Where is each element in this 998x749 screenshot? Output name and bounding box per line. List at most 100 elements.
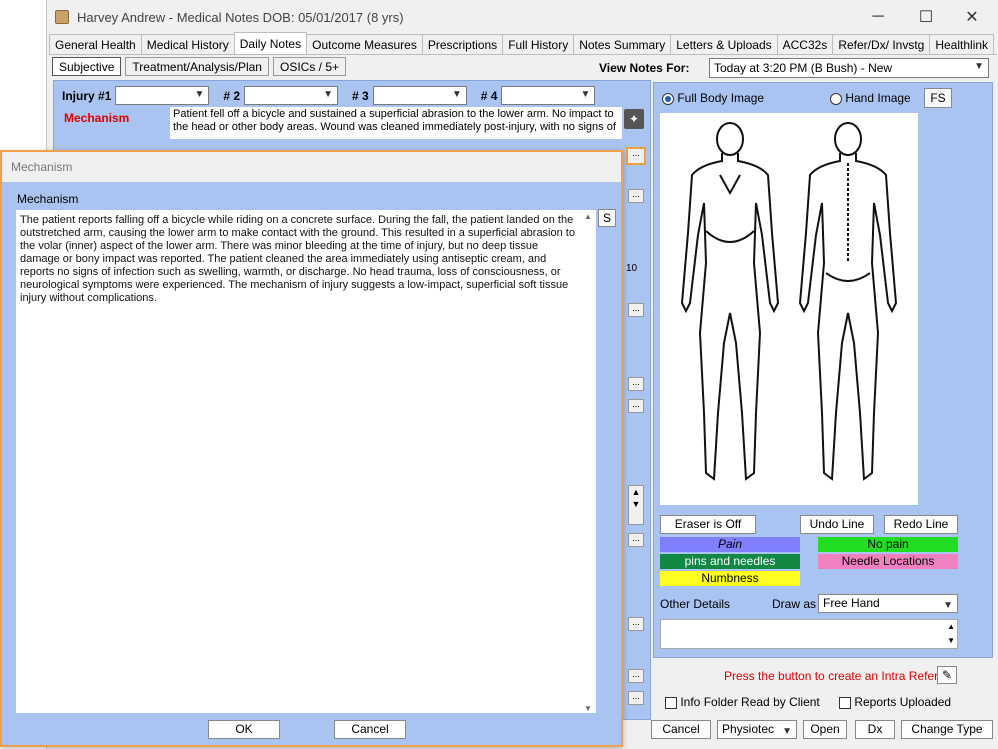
close-button[interactable]: ✕ — [949, 0, 995, 34]
subtab-osics[interactable]: OSICs / 5+ — [272, 57, 347, 76]
expand-button[interactable]: ... — [628, 617, 644, 631]
draw-as-select[interactable]: Free Hand ▼ — [818, 594, 958, 613]
hand-image-radio[interactable]: Hand Image — [830, 91, 911, 105]
legend-needle-locations[interactable]: Needle Locations — [818, 554, 958, 569]
dialog-title: Mechanism — [2, 152, 621, 182]
spellcheck-button[interactable]: S — [598, 209, 616, 227]
cancel-note-button[interactable]: Cancel — [651, 720, 711, 739]
radio-unchecked-icon — [830, 92, 842, 105]
mechanism-expand-button[interactable]: ... — [626, 147, 646, 165]
view-notes-select[interactable]: Today at 3:20 PM (B Bush) - New ▼ — [709, 58, 989, 78]
checkbox-icon — [839, 696, 851, 709]
injury-4-label: # 4 — [480, 88, 498, 103]
expand-button[interactable]: ... — [628, 377, 644, 391]
chevron-down-icon: ▼ — [974, 61, 984, 72]
undo-line-button[interactable]: Undo Line — [800, 515, 874, 534]
other-details-input[interactable]: ▲ ▼ — [660, 619, 958, 649]
tab-full-history[interactable]: Full History — [502, 34, 575, 54]
body-outline-icon — [680, 122, 898, 481]
draw-as-value: Free Hand — [823, 596, 880, 610]
textarea-scrollbar[interactable]: ▲ ▼ — [580, 210, 596, 715]
chevron-down-icon: ▼ — [451, 89, 462, 100]
tab-outcome-measures[interactable]: Outcome Measures — [306, 34, 423, 54]
expand-button[interactable]: ... — [628, 669, 644, 683]
reports-uploaded-checkbox[interactable]: Reports Uploaded — [839, 695, 951, 709]
open-button[interactable]: Open — [803, 720, 847, 739]
injury-1-label: Injury #1 — [62, 88, 112, 103]
body-chart-panel: Full Body Image Hand Image FS Eraser is … — [653, 82, 993, 658]
tab-general-health[interactable]: General Health — [49, 34, 142, 54]
minimize-button[interactable]: ─ — [855, 0, 901, 34]
mechanism-textarea[interactable]: The patient reports falling off a bicycl… — [16, 210, 596, 715]
expand-button[interactable]: ... — [628, 189, 644, 203]
tab-notes-summary[interactable]: Notes Summary — [573, 34, 672, 54]
tab-acc32s[interactable]: ACC32s — [776, 34, 834, 54]
chevron-down-icon: ▼ — [943, 600, 953, 611]
full-body-radio[interactable]: Full Body Image — [662, 91, 764, 105]
cancel-button[interactable]: Cancel — [334, 720, 406, 739]
expand-button[interactable]: ... — [628, 399, 644, 413]
chevron-down-icon: ▼ — [323, 89, 334, 100]
tab-prescriptions[interactable]: Prescriptions — [421, 34, 504, 54]
legend-numbness[interactable]: Numbness — [660, 571, 800, 586]
legend-no-pain[interactable]: No pain — [818, 537, 958, 552]
hand-image-label: Hand Image — [845, 91, 911, 105]
expand-button[interactable]: ... — [628, 533, 644, 547]
injury-3-select[interactable]: ▼ — [372, 86, 467, 105]
chevron-down-icon: ▼ — [580, 89, 591, 100]
provider-select[interactable]: Physiotec ▼ — [717, 720, 797, 739]
tab-daily-notes[interactable]: Daily Notes — [233, 32, 308, 54]
change-type-button[interactable]: Change Type — [901, 720, 993, 739]
main-tabs: General Health Medical History Daily Not… — [49, 32, 995, 54]
mechanism-preview[interactable]: Patient fell off a bicycle and sustained… — [170, 107, 622, 139]
view-notes-value: Today at 3:20 PM (B Bush) - New — [714, 61, 893, 75]
redo-line-button[interactable]: Redo Line — [884, 515, 958, 534]
dx-button[interactable]: Dx — [855, 720, 895, 739]
view-notes-label: View Notes For: — [599, 61, 690, 75]
dialog-body: Mechanism The patient reports falling of… — [2, 182, 621, 715]
injury-2-select[interactable]: ▼ — [244, 86, 339, 105]
tab-healthlink[interactable]: Healthlink — [929, 34, 995, 54]
provider-value: Physiotec — [722, 722, 775, 736]
mechanism-label: Mechanism — [64, 111, 130, 125]
fs-button[interactable]: FS — [924, 88, 952, 108]
mechanism-text: The patient reports falling off a bicycl… — [20, 214, 575, 304]
legend-pins-needles[interactable]: pins and needles — [660, 554, 800, 569]
reports-uploaded-label: Reports Uploaded — [854, 695, 952, 709]
tab-medical-history[interactable]: Medical History — [140, 34, 235, 54]
scroll-up-icon[interactable]: ▲ — [580, 210, 596, 223]
chevron-down-icon: ▼ — [782, 726, 792, 737]
chevron-down-icon: ▼ — [194, 89, 205, 100]
maximize-button[interactable]: ☐ — [903, 0, 949, 34]
other-details-label: Other Details — [660, 597, 731, 611]
star-icon[interactable]: ✦ — [624, 109, 644, 129]
subtab-treatment[interactable]: Treatment/Analysis/Plan — [125, 57, 269, 76]
body-drawing-canvas[interactable] — [660, 113, 918, 505]
draw-as-label: Draw as — [772, 597, 817, 611]
tab-letters-uploads[interactable]: Letters & Uploads — [670, 34, 778, 54]
subtab-subjective[interactable]: Subjective — [52, 57, 122, 76]
info-folder-label: Info Folder Read by Client — [680, 695, 820, 709]
app-icon — [55, 10, 69, 24]
scroll-buttons[interactable]: ▲ ▼ — [628, 485, 644, 525]
referral-pencil-icon[interactable]: ✎ — [937, 666, 957, 684]
ok-button[interactable]: OK — [208, 720, 280, 739]
injury-3-label: # 3 — [352, 88, 369, 103]
full-body-label: Full Body Image — [677, 91, 765, 105]
mechanism-dialog: Mechanism Mechanism The patient reports … — [0, 150, 623, 747]
intra-referral-text: Press the button to create an Intra Refe… — [724, 669, 952, 683]
dialog-footer: OK Cancel — [2, 713, 621, 745]
expand-button[interactable]: ... — [628, 691, 644, 705]
expand-button[interactable]: ... — [628, 303, 644, 317]
checkbox-icon — [665, 696, 677, 709]
legend-pain[interactable]: Pain — [660, 537, 800, 552]
injury-2-label: # 2 — [223, 88, 241, 103]
info-folder-checkbox[interactable]: Info Folder Read by Client — [665, 695, 820, 709]
scroll-arrows-icon: ▲ ▼ — [947, 622, 955, 645]
injury-row: Injury #1 ▼ # 2 ▼ # 3 ▼ # 4 ▼ — [62, 86, 609, 105]
score-ten-label: 10 — [626, 263, 638, 274]
injury-1-select[interactable]: ▼ — [115, 86, 210, 105]
tab-refer-dx[interactable]: Refer/Dx/ Invstg — [832, 34, 931, 54]
eraser-button[interactable]: Eraser is Off — [660, 515, 756, 534]
injury-4-select[interactable]: ▼ — [501, 86, 596, 105]
